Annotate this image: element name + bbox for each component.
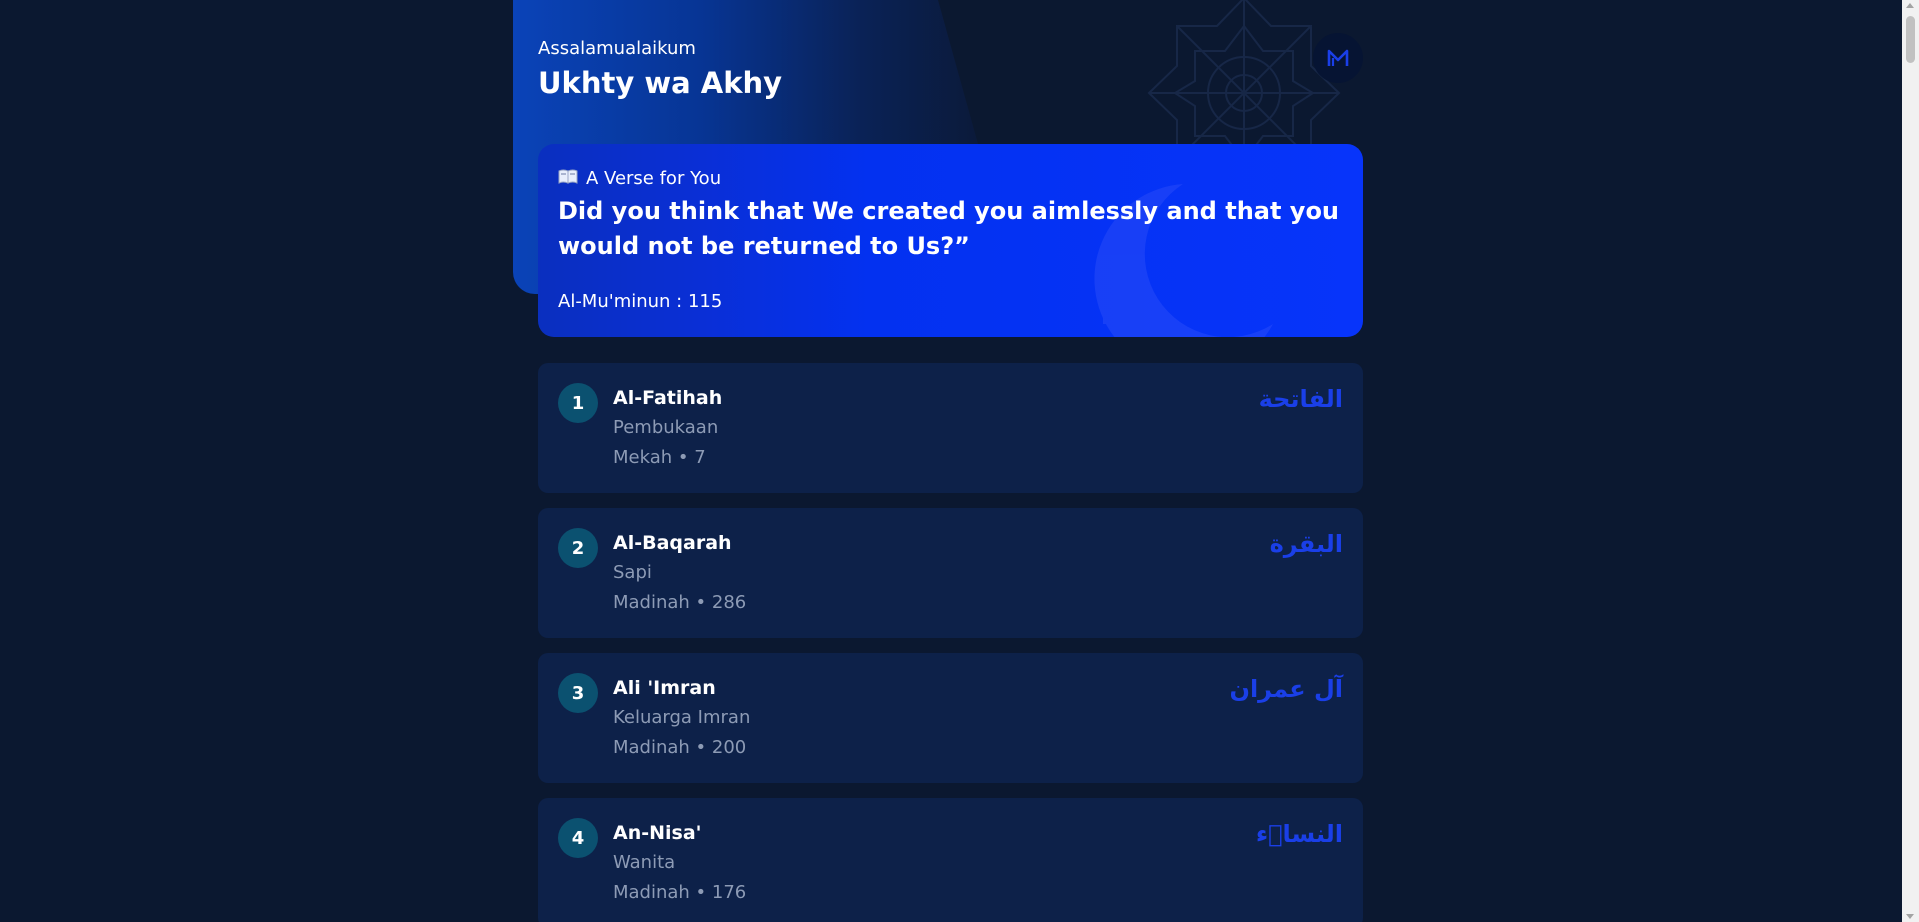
surah-meta: Madinah • 200 bbox=[613, 737, 747, 758]
surah-meaning: Pembukaan bbox=[613, 417, 719, 438]
surah-meaning: Sapi bbox=[613, 562, 652, 583]
surah-meta: Madinah • 286 bbox=[613, 592, 747, 613]
scroll-down-arrow-icon[interactable] bbox=[1906, 914, 1914, 919]
surah-arabic-name: الفاتحة bbox=[1258, 385, 1343, 413]
surah-item-2[interactable]: 2 Al-Baqarah Sapi Madinah • 286 البقرة bbox=[538, 508, 1363, 638]
surah-number-badge: 2 bbox=[558, 528, 598, 568]
verse-card: A Verse for You Did you think that We cr… bbox=[538, 144, 1363, 337]
open-book-icon bbox=[558, 168, 578, 189]
page-scrollbar[interactable] bbox=[1902, 0, 1919, 922]
surah-arabic-name: آل عمران bbox=[1229, 675, 1343, 703]
greeting-text: Assalamualaikum bbox=[538, 38, 696, 59]
surah-arabic-name: البقرة bbox=[1269, 530, 1343, 558]
user-name: Ukhty wa Akhy bbox=[538, 66, 783, 100]
surah-meta: Madinah • 176 bbox=[613, 882, 747, 903]
verse-label-text: A Verse for You bbox=[586, 168, 722, 189]
scrollbar-thumb[interactable] bbox=[1906, 16, 1915, 63]
surah-number-badge: 4 bbox=[558, 818, 598, 858]
scroll-up-arrow-icon[interactable] bbox=[1906, 3, 1914, 8]
surah-meaning: Keluarga Imran bbox=[613, 707, 751, 728]
surah-number-badge: 3 bbox=[558, 673, 598, 713]
surah-item-3[interactable]: 3 Ali 'Imran Keluarga Imran Madinah • 20… bbox=[538, 653, 1363, 783]
surah-meta: Mekah • 7 bbox=[613, 447, 706, 468]
surah-arabic-name: النساۤء bbox=[1255, 820, 1343, 848]
surah-name: Ali 'Imran bbox=[613, 677, 716, 699]
surah-item-4[interactable]: 4 An-Nisa' Wanita Madinah • 176 النساۤء bbox=[538, 798, 1363, 922]
surah-number-badge: 1 bbox=[558, 383, 598, 423]
logo-button[interactable] bbox=[1313, 33, 1363, 83]
surah-meaning: Wanita bbox=[613, 852, 676, 873]
verse-reference: Al-Mu'minun : 115 bbox=[558, 291, 723, 312]
m-logo-icon bbox=[1327, 49, 1349, 66]
main-column: Assalamualaikum Ukhty wa Akhy A Verse fo… bbox=[513, 0, 1363, 922]
surah-name: Al-Fatihah bbox=[613, 387, 723, 409]
verse-text: Did you think that We created you aimles… bbox=[558, 197, 1340, 260]
surah-name: Al-Baqarah bbox=[613, 532, 732, 554]
surah-item-1[interactable]: 1 Al-Fatihah Pembukaan Mekah • 7 الفاتحة bbox=[538, 363, 1363, 493]
verse-label: A Verse for You bbox=[558, 168, 721, 189]
app-page: Assalamualaikum Ukhty wa Akhy A Verse fo… bbox=[0, 0, 1919, 922]
surah-name: An-Nisa' bbox=[613, 822, 702, 844]
